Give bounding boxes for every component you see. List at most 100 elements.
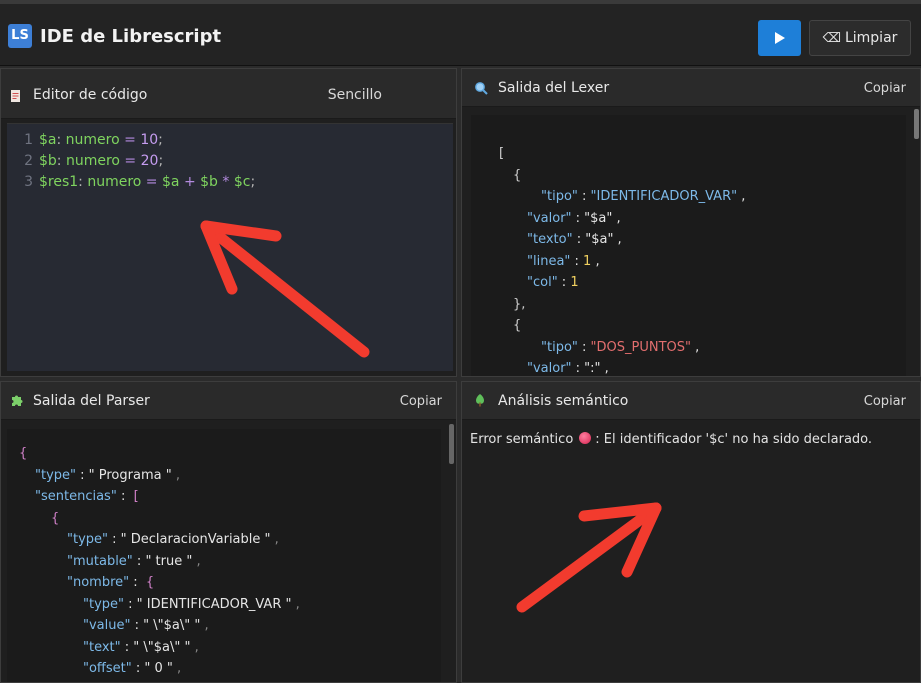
output-line: "nombre" : { bbox=[7, 572, 441, 594]
output-token: "DOS_PUNTOS" bbox=[590, 339, 691, 355]
output-line: "value" : " \"$a\" " , bbox=[7, 615, 441, 637]
output-token: "valor" bbox=[527, 210, 572, 226]
output-token: 1 bbox=[570, 275, 579, 290]
lexer-scrollbar[interactable] bbox=[914, 109, 919, 139]
output-token: : bbox=[129, 575, 146, 590]
output-line: "texto" : "$a" , bbox=[471, 229, 906, 251]
line-number: 2 bbox=[24, 153, 33, 169]
output-line: { bbox=[7, 508, 441, 530]
code-token: = bbox=[119, 132, 141, 148]
output-line: "offset" : " 0 " , bbox=[7, 658, 441, 680]
output-line: { bbox=[471, 165, 906, 187]
output-token: [ bbox=[499, 146, 505, 161]
semantic-panel: Análisis semántico Copiar Error semántic… bbox=[461, 381, 921, 683]
semantic-error-text: : El identificador '$c' no ha sido decla… bbox=[595, 432, 873, 447]
lexer-copy-button[interactable]: Copiar bbox=[864, 81, 906, 96]
output-token: : " \"$a\" " bbox=[120, 639, 195, 655]
output-token: { bbox=[513, 167, 522, 183]
backspace-icon: ⌫ bbox=[822, 31, 841, 46]
app-title: IDE de Librescript bbox=[40, 26, 222, 47]
code-token: * bbox=[217, 174, 234, 190]
output-token: : " \"$a\" " bbox=[130, 618, 205, 633]
lexer-panel-title: Salida del Lexer bbox=[498, 80, 610, 96]
output-line: "linea" : 1 , bbox=[471, 251, 906, 273]
code-token: $b bbox=[200, 174, 218, 190]
semantic-copy-button[interactable]: Copiar bbox=[864, 394, 906, 409]
code-editor[interactable]: 1 $a: numero = 10; 2 $b: numero = 20; 3 $res1… bbox=[7, 123, 453, 371]
output-token: "type" bbox=[35, 467, 76, 483]
output-token: , bbox=[175, 467, 180, 483]
lexer-output: [ { "tipo" : "IDENTIFICADOR_VAR" , "valor" … bbox=[471, 115, 906, 376]
parser-output: {"type" : " Programa " , "sentencias" : [… bbox=[7, 429, 441, 682]
editor-panel-header: Editor de código Sencillo bbox=[1, 69, 456, 119]
editor-panel-title: Editor de código bbox=[33, 87, 148, 103]
output-token: : " DeclaracionVariable " bbox=[108, 532, 275, 547]
output-line: "type" : " Programa " , bbox=[7, 465, 441, 487]
clear-button-label: Limpiar bbox=[844, 30, 898, 46]
output-token: "linea" bbox=[527, 253, 571, 269]
code-token: = bbox=[119, 153, 141, 169]
output-line: "sentencias" : [ bbox=[7, 486, 441, 508]
lexer-panel: Salida del Lexer Copiar [ { "tipo" : "IDEN… bbox=[461, 68, 921, 377]
red-circle-icon bbox=[579, 432, 592, 444]
code-token: numero bbox=[87, 174, 142, 190]
output-token: : "$a" , bbox=[572, 232, 622, 247]
output-token: : "$a" , bbox=[571, 210, 621, 226]
output-token: "type" bbox=[67, 532, 108, 547]
code-line[interactable]: 1 $a: numero = 10; bbox=[7, 130, 453, 151]
parser-panel: Salida del Parser Copiar { "type" : " Pro… bbox=[0, 381, 457, 683]
code-line[interactable]: 2 $b: numero = 20; bbox=[7, 151, 453, 172]
parser-panel-title: Salida del Parser bbox=[33, 393, 150, 409]
output-token: : bbox=[577, 189, 591, 204]
code-token: ; bbox=[158, 132, 163, 148]
parser-scrollbar[interactable] bbox=[449, 424, 454, 464]
clear-button[interactable]: ⌫ Limpiar bbox=[809, 20, 911, 56]
output-line: "text" : " \"$a\" " , bbox=[7, 637, 441, 659]
output-line: "valor" : "$a" , bbox=[471, 208, 906, 230]
code-token: = bbox=[141, 174, 162, 190]
output-token: "IDENTIFICADOR_VAR" bbox=[590, 189, 738, 204]
output-line: "tipo" : "IDENTIFICADOR_VAR" , bbox=[471, 186, 906, 208]
app-logo: LS bbox=[8, 24, 32, 48]
output-token: "offset" bbox=[83, 661, 132, 676]
output-line: { bbox=[471, 315, 906, 337]
editor-panel: Editor de código Sencillo 1 $a: numero = … bbox=[0, 68, 457, 377]
line-number: 3 bbox=[24, 174, 33, 190]
code-token: 20 bbox=[140, 153, 159, 169]
code-line[interactable]: 3 $res1: numero = $a + $b * $c; bbox=[7, 172, 453, 193]
code-token: ; bbox=[158, 153, 164, 169]
output-token: }, bbox=[513, 296, 526, 312]
output-line: "type" : " IDENTIFICADOR_VAR " , bbox=[7, 594, 441, 616]
parser-copy-button[interactable]: Copiar bbox=[400, 394, 442, 409]
output-token: "mutable" bbox=[67, 553, 133, 569]
line-number: 1 bbox=[24, 132, 33, 148]
code-token: numero bbox=[65, 153, 120, 169]
output-token: : bbox=[116, 489, 134, 504]
output-token: , bbox=[194, 639, 199, 655]
semantic-error-prefix: Error semántico bbox=[470, 432, 574, 447]
output-token: "tipo" bbox=[541, 189, 578, 204]
output-line: "col" : 1 bbox=[471, 272, 906, 294]
output-line: "mutable" : " true " , bbox=[7, 551, 441, 573]
output-token: : " true " bbox=[132, 553, 197, 569]
code-token: $c bbox=[233, 174, 251, 190]
magnifier-icon bbox=[475, 82, 488, 95]
puzzle-icon bbox=[12, 395, 23, 406]
output-token: [ bbox=[133, 489, 139, 504]
code-token: : bbox=[78, 174, 88, 190]
tree-icon bbox=[476, 394, 484, 407]
run-button[interactable] bbox=[758, 20, 801, 56]
code-token: : bbox=[56, 132, 66, 148]
output-token: { bbox=[145, 575, 155, 590]
output-token: { bbox=[51, 510, 60, 526]
output-token: "nombre" bbox=[67, 575, 130, 590]
editor-mode-toggle[interactable]: Sencillo bbox=[328, 87, 382, 103]
output-token: : bbox=[557, 275, 571, 290]
semantic-panel-header: Análisis semántico Copiar bbox=[462, 382, 920, 420]
semantic-panel-title: Análisis semántico bbox=[498, 393, 629, 409]
output-token: : bbox=[570, 253, 584, 269]
output-token: "sentencias" bbox=[35, 489, 117, 504]
output-token: "type" bbox=[83, 596, 124, 612]
output-token: , bbox=[274, 532, 279, 547]
code-token: + bbox=[179, 174, 201, 190]
